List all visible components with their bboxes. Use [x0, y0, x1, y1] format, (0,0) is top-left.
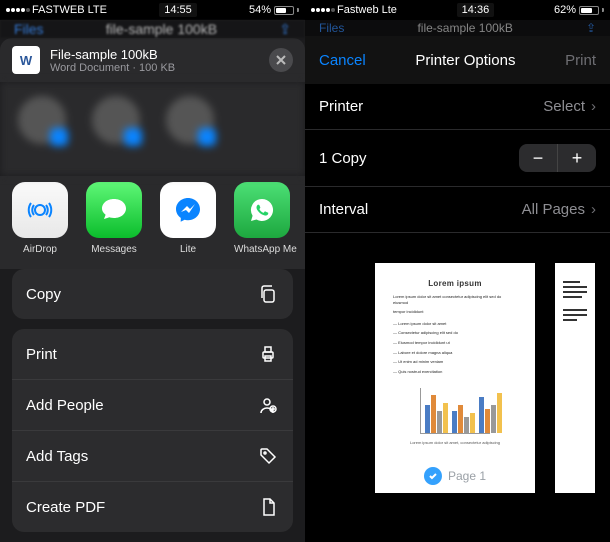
chart-preview [420, 388, 490, 434]
nav-title: file-sample 100kB [344, 21, 586, 35]
file-subtitle: Word Document · 100 KB [50, 62, 259, 74]
action-add-people[interactable]: Add People [12, 380, 293, 431]
share-file-header: W File-sample 100kB Word Document · 100 … [0, 38, 305, 82]
action-create-pdf[interactable]: Create PDF [12, 482, 293, 532]
interval-row[interactable]: Interval All Pages › [305, 187, 610, 233]
app-messenger-lite[interactable]: Lite [160, 182, 216, 255]
airdrop-icon [12, 182, 68, 238]
copy-icon [257, 283, 279, 305]
battery-percent: 62% [554, 4, 576, 16]
check-icon [424, 467, 442, 485]
nav-bar: Files file-sample 100kB ⇪ [305, 20, 610, 36]
page-previews: Lorem ipsum Lorem ipsum dolor sit amet c… [305, 233, 610, 493]
action-label: Copy [26, 286, 61, 303]
action-add-tags[interactable]: Add Tags [12, 431, 293, 482]
contacts-row [0, 82, 305, 176]
action-copy[interactable]: Copy [12, 269, 293, 319]
app-messages[interactable]: Messages [86, 182, 142, 255]
copies-row: 1 Copy − + [305, 130, 610, 187]
tag-icon [257, 445, 279, 467]
doc-title: Lorem ipsum [393, 279, 517, 288]
app-label: Messages [86, 244, 142, 255]
print-button[interactable]: Print [565, 52, 596, 69]
file-name: File-sample 100kB [50, 47, 259, 62]
stepper-minus[interactable]: − [519, 144, 557, 172]
whatsapp-icon [234, 182, 290, 238]
messages-icon [86, 182, 142, 238]
document-icon [257, 496, 279, 518]
close-button[interactable] [269, 48, 293, 72]
page-preview-1[interactable]: Lorem ipsum Lorem ipsum dolor sit amet c… [375, 263, 535, 493]
printer-icon [257, 343, 279, 365]
row-label: Printer [319, 98, 363, 115]
chevron-right-icon: › [591, 98, 596, 115]
battery-percent: 54% [249, 4, 271, 16]
share-icon: ⇪ [586, 21, 596, 35]
word-doc-icon: W [12, 46, 40, 74]
chevron-right-icon: › [591, 201, 596, 218]
nav-title: file-sample 100kB [44, 21, 280, 37]
nav-back: Files [319, 21, 344, 35]
action-label: Add Tags [26, 448, 88, 465]
page-badge: Page 1 [424, 467, 486, 485]
status-time: 14:36 [457, 3, 495, 17]
share-icon: ⇪ [279, 21, 291, 38]
copies-stepper[interactable]: − + [519, 144, 596, 172]
stepper-plus[interactable]: + [558, 144, 596, 172]
action-label: Add People [26, 397, 104, 414]
printer-row[interactable]: Printer Select › [305, 84, 610, 130]
add-people-icon [257, 394, 279, 416]
cancel-button[interactable]: Cancel [319, 52, 366, 69]
carrier: Fastweb Lte [337, 4, 397, 16]
app-label: Lite [160, 244, 216, 255]
app-airdrop[interactable]: AirDrop [12, 182, 68, 255]
action-print[interactable]: Print [12, 329, 293, 380]
action-label: Print [26, 346, 57, 363]
page-preview-2[interactable] [555, 263, 595, 493]
messenger-icon [160, 182, 216, 238]
action-label: Create PDF [26, 499, 105, 516]
status-bar: Fastweb Lte 14:36 62% [305, 0, 610, 20]
page-number: Page 1 [448, 469, 486, 483]
row-label: 1 Copy [319, 150, 367, 167]
nav-back: Files [14, 21, 44, 37]
app-whatsapp[interactable]: WhatsApp Me [234, 182, 290, 255]
printer-options-nav: Cancel Printer Options Print [305, 36, 610, 84]
nav-bar: Files file-sample 100kB ⇪ [0, 20, 305, 38]
printer-value: Select [543, 98, 585, 115]
status-time: 14:55 [159, 3, 197, 17]
interval-value: All Pages [522, 201, 585, 218]
carrier: FASTWEB LTE [32, 4, 107, 16]
apps-row: AirDrop Messages Lite WhatsApp Me [0, 176, 305, 269]
app-label: WhatsApp Me [234, 244, 290, 255]
status-bar: FASTWEB LTE 14:55 54% [0, 0, 305, 20]
app-label: AirDrop [12, 244, 68, 255]
row-label: Interval [319, 201, 368, 218]
page-title: Printer Options [366, 52, 565, 69]
close-icon [275, 54, 287, 66]
